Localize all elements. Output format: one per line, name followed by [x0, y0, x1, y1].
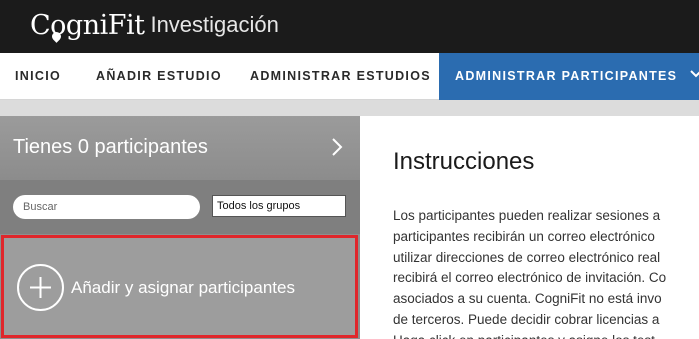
- instructions-text: Los participantes pueden realizar sesion…: [393, 206, 699, 339]
- instructions-panel: Instrucciones Los participantes pueden r…: [360, 116, 699, 339]
- instructions-line: participantes recibirán un correo electr…: [393, 228, 655, 244]
- add-participants-label: Añadir y asignar participantes: [71, 278, 295, 297]
- nav-item-label: ADMINISTRAR PARTICIPANTES: [455, 69, 678, 83]
- chevron-down-icon: [690, 51, 699, 98]
- search-input[interactable]: [13, 195, 200, 219]
- logo-subtitle: Investigación: [150, 12, 279, 37]
- instructions-line: Los participantes pueden realizar sesion…: [393, 208, 661, 223]
- logo-brand: CogniFit: [30, 10, 145, 41]
- chevron-right-icon: [331, 137, 343, 162]
- main-nav: INICIO AÑADIR ESTUDIO ADMINISTRAR ESTUDI…: [0, 53, 699, 100]
- nav-item-inicio[interactable]: INICIO: [15, 53, 61, 100]
- top-header: CogniFit Investigación: [0, 0, 699, 53]
- nav-item-administrar-participantes[interactable]: ADMINISTRAR PARTICIPANTES: [439, 53, 699, 100]
- instructions-line: de terceros. Puede decidir cobrar licenc…: [393, 311, 660, 327]
- divider-strip: [0, 100, 699, 116]
- nav-item-administrar-estudios[interactable]: ADMINISTRAR ESTUDIOS: [250, 53, 431, 100]
- group-filter-select[interactable]: Todos los grupos: [212, 195, 346, 217]
- plus-circle-icon: [17, 264, 64, 311]
- nav-item-anadir-estudio[interactable]: AÑADIR ESTUDIO: [96, 53, 222, 100]
- participants-count-bar[interactable]: Tienes 0 participantes: [0, 116, 360, 180]
- instructions-line: utilizar direcciones de correo electróni…: [393, 249, 661, 265]
- participants-panel: Tienes 0 participantes Todos los grupos …: [0, 116, 360, 339]
- instructions-line: asociados a su cuenta. CogniFit no está …: [393, 291, 662, 307]
- instructions-line: recibirá el correo electrónico de invita…: [393, 270, 667, 286]
- add-participants-button[interactable]: Añadir y asignar participantes: [1, 235, 358, 338]
- participants-count: Tienes 0 participantes: [13, 136, 208, 158]
- instructions-title: Instrucciones: [393, 148, 535, 175]
- filter-bar: Todos los grupos: [0, 180, 360, 234]
- instructions-line: Haga click en participantes y asigne los…: [393, 331, 699, 339]
- cognifit-logo[interactable]: CogniFit Investigación: [30, 6, 279, 46]
